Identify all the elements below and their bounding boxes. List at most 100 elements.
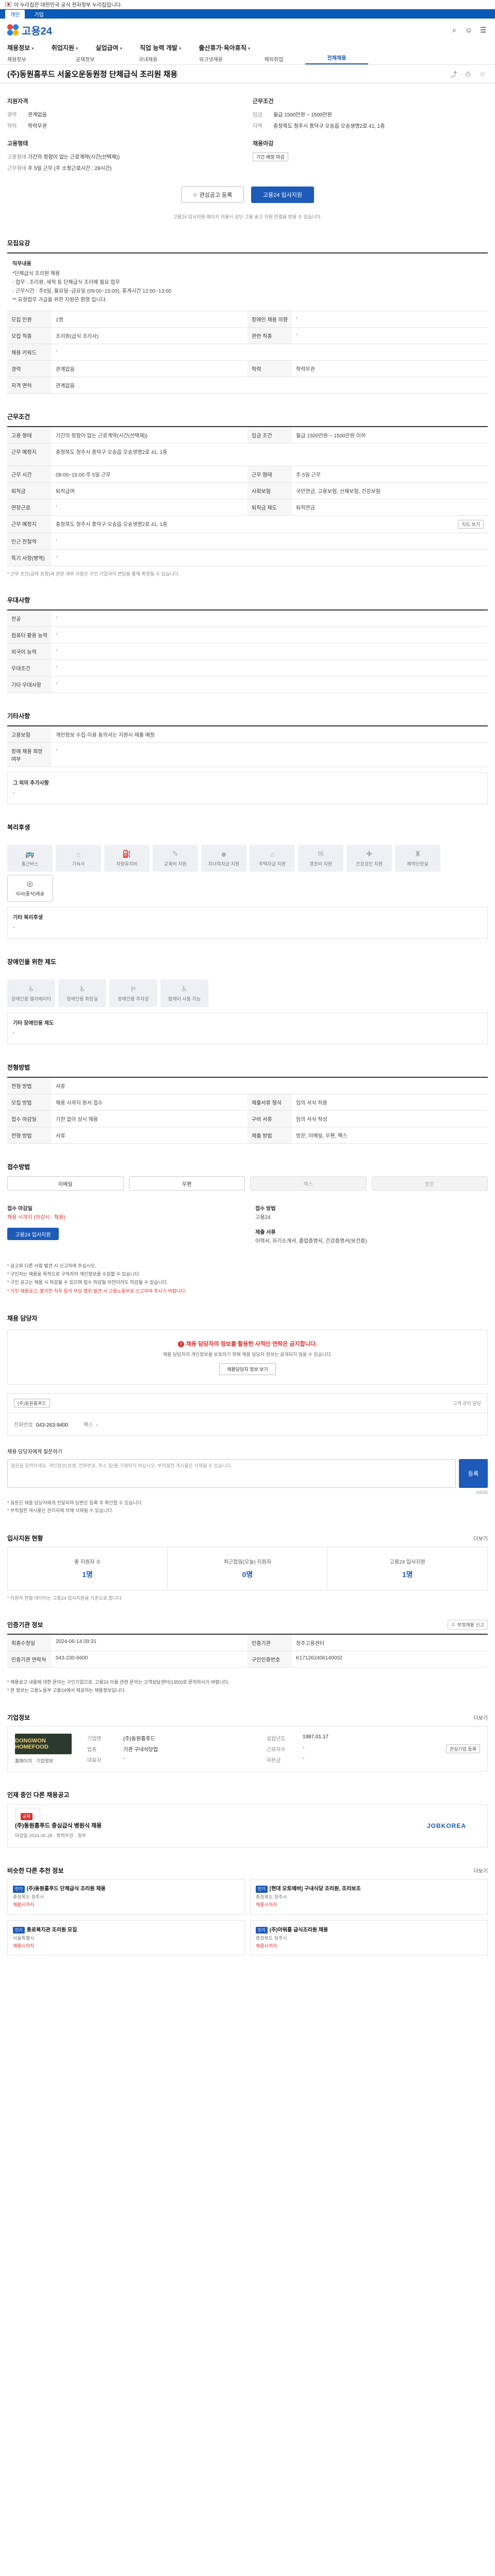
apply-notice: 고용24 입사지원 페이지 이용시 상단 고용 공고 지원 연결을 받을 수 있… bbox=[173, 214, 322, 219]
disability-grid: ♿ 장애인용 엘리베이터 ♿ 장애인용 화장실 P 장애인용 주차장 ♿ 휠체어 사용 가능 bbox=[7, 971, 488, 1012]
summary-panel: 지원자격 경력 관계없음 학력 학력무관 고용형태 고용형태 기간의 정함이 없는 근… bbox=[7, 97, 488, 175]
star-icon[interactable]: ☆ bbox=[477, 69, 488, 79]
qa-textarea[interactable]: 질문을 입력하세요. 개인정보(성명, 전화번호, 주소 등)를 기재하지 마십… bbox=[7, 1459, 456, 1488]
company-section: 기업정보 더보기 DONGWON HOMEFOOD 홈페이지 기업정보 기업명(… bbox=[7, 1713, 488, 1772]
gnb-item-jobs[interactable]: 채용정보 ▾ bbox=[7, 43, 34, 52]
kv-key: 임금 bbox=[253, 112, 262, 118]
table-row: 자격 면허 관계없음 bbox=[7, 377, 488, 394]
recommend-card[interactable]: 인기 [현대 오토에버] 구내식당 조리원, 조리보조 충청북도 청주시 채용시까지 bbox=[250, 1879, 488, 1915]
section-title: 접수방법 bbox=[7, 1163, 30, 1171]
kv-key: 고용형태 bbox=[7, 155, 26, 160]
apply-button[interactable]: 고용24 입사지원 bbox=[251, 187, 314, 203]
welfare-card-label: 건강검진 지원 bbox=[355, 861, 383, 867]
company-info-link[interactable]: 기업정보 bbox=[36, 1757, 53, 1764]
clinic-icon: ✚ bbox=[366, 850, 372, 858]
manager-info-button[interactable]: 채용담당자 정보 보기 bbox=[219, 1363, 276, 1376]
kv-key: 지역 bbox=[253, 124, 262, 129]
subnav-item[interactable]: 채용정보 bbox=[7, 55, 54, 63]
recommend-more-link[interactable]: 더보기 bbox=[473, 1867, 488, 1874]
apply-method-label: 접수 방법 bbox=[255, 1206, 276, 1212]
interest-button[interactable]: ☆ 관심공고 등록 bbox=[181, 187, 244, 203]
welfare-card: ✉ 경조비 지원 bbox=[298, 845, 343, 872]
gnb-item-leave[interactable]: 출산휴가·육아휴직 ▾ bbox=[199, 43, 251, 52]
deadline-badge: 기간 배정 마감 bbox=[253, 152, 288, 161]
subnav-item[interactable]: 워크넷채용 bbox=[179, 55, 242, 63]
company-interest-button[interactable]: 관심기업 등록 bbox=[446, 1744, 480, 1754]
menu-icon[interactable]: ☰ bbox=[478, 25, 488, 35]
company-homepage-link[interactable]: 홈페이지 bbox=[15, 1757, 32, 1764]
map-button[interactable]: 지도 보기 bbox=[458, 520, 484, 529]
job-description-title: 직무내용 bbox=[12, 261, 31, 267]
recommend-card[interactable]: 인기 종로복지관 조리원 모집 서울특별시 채용시까지 bbox=[7, 1920, 245, 1956]
conditions-footnote: * 근무 조건(급여 포함)과 관련 세부 사항은 구인 기업과의 면담을 통해… bbox=[7, 571, 180, 577]
stats-more-link[interactable]: 더보기 bbox=[473, 1534, 488, 1542]
recommend-card[interactable]: 인기 (주)동원홈푸드 단체급식 조리원 채용 충청북도 청주시 채용시까지 bbox=[7, 1879, 245, 1915]
table-row: 우대조건 - bbox=[7, 660, 488, 676]
gnb-item-training[interactable]: 직업 능력 개발 ▾ bbox=[140, 43, 181, 52]
page-title-bar: (주)동원홈푸드 서울오운동원정 단체급식 조리원 채용 ⤴ ⎙ ☆ bbox=[0, 65, 495, 83]
disability-card-label: 휠체어 사용 가능 bbox=[168, 996, 201, 1002]
welfare-card: ♜ 체력단련실 bbox=[395, 845, 440, 872]
parking-icon: P bbox=[130, 985, 136, 993]
share-icon[interactable]: ⤴ bbox=[449, 69, 459, 79]
otherjob-card[interactable]: 공채 (주)동원홈푸드 중심급식 병원식 채용 마감일 2024.06.28 ·… bbox=[7, 1804, 488, 1848]
subnav-item-active[interactable]: 전체채용 bbox=[305, 54, 368, 64]
report-button[interactable]: ⚠ 부정채용 신고 bbox=[447, 1619, 488, 1630]
subnav-item[interactable]: 공채정보 bbox=[54, 55, 117, 63]
section-title: 모집요강 bbox=[7, 240, 30, 247]
house-icon: ⌂ bbox=[270, 850, 275, 858]
subnav-item[interactable]: 해외취업 bbox=[242, 55, 305, 63]
chevron-down-icon: ▾ bbox=[179, 45, 182, 51]
disability-etc: 기타 장애인용 제도 - bbox=[7, 1012, 488, 1044]
section-title: 인증기관 정보 bbox=[7, 1621, 43, 1629]
table-row: 장애 채용 희망 여부 - bbox=[7, 743, 488, 767]
welfare-card: ✎ 교육비 지원 bbox=[153, 845, 198, 872]
print-icon[interactable]: ⎙ bbox=[463, 69, 473, 79]
company-logo: DONGWON HOMEFOOD bbox=[15, 1734, 72, 1755]
welfare-grid: 🚌 통근버스 ⌂ 기숙사 ⛽ 차량유지비 ✎ 교육비 지원 ☻ 자녀학자금 지원 ⌂ 주택자금 지원 ✉… bbox=[7, 837, 488, 907]
tab-enterprise[interactable]: 기업 bbox=[34, 10, 43, 18]
subnav-item[interactable]: 국내채용 bbox=[117, 55, 179, 63]
section-title: 비슷한 다른 추천 정보 bbox=[7, 1867, 64, 1875]
logo-text[interactable]: 고용24 bbox=[22, 23, 52, 38]
stat-item: 고용24 입사지원 1명 bbox=[389, 1559, 425, 1579]
manager-fax: - bbox=[96, 1422, 98, 1429]
apply-button-secondary[interactable]: 고용24 입사지원 bbox=[7, 1228, 59, 1240]
section-title: 기업정보 bbox=[7, 1714, 30, 1722]
kv-value: 월급 1500만원 ~ 1500만원 bbox=[273, 112, 332, 118]
car-icon: 🚌 bbox=[25, 850, 35, 858]
qa-submit-button[interactable]: 등록 bbox=[459, 1459, 488, 1488]
recruit-section: 모집요강 직무내용 *단체급식 조리원 채용 - 업무 : 조리원, 세척 등 … bbox=[7, 239, 488, 394]
section-title: 복리후생 bbox=[7, 824, 30, 831]
gnb-item-support[interactable]: 취업지원 ▾ bbox=[52, 43, 78, 52]
recommend-card[interactable]: 인기 (주)아워홈 급식조리원 채용 충청북도 청주시 채용시까지 bbox=[250, 1920, 488, 1956]
user-icon[interactable]: ☺ bbox=[464, 25, 473, 35]
table-row: 최종수정일 2024-06-14 09:31 인증기관 청주고용센터 bbox=[7, 1634, 488, 1651]
search-icon[interactable]: ⌕ bbox=[450, 25, 459, 35]
job-description-line: - 근무시간 : 주5일, 월요일~금요일 (09:00~15:00), 휴게시… bbox=[12, 289, 172, 294]
welfare-card: ⌂ 기숙사 bbox=[56, 845, 101, 872]
kv-key: 근무형태 bbox=[7, 166, 26, 172]
screening-section: 전형방법 전형 방법 서류 모집 방법 채용 시까지 원서 접수 제출서류 형식 임의 … bbox=[7, 1063, 488, 1144]
disability-card: P 장애인용 주차장 bbox=[109, 979, 157, 1007]
table-row: 퇴직금 퇴직급여 사회보험 국민연금, 고용보험, 산재보험, 건강보험 bbox=[7, 483, 488, 499]
section-title: 기타사항 bbox=[7, 713, 30, 720]
qa-box: 채용 담당자에게 질문하기 질문을 입력하세요. 개인정보(성명, 전화번호, … bbox=[7, 1447, 488, 1515]
tab-personal[interactable]: 개인 bbox=[5, 9, 25, 19]
user-type-bar: 개인 기업 bbox=[0, 9, 495, 19]
table-row: 모집 인원 1명 장애인 채용 의향 - bbox=[7, 311, 488, 328]
manager-section: 채용 담당자 ! 채용 담당자의 정보를 활용한 사적인 연락은 금지합니다. 채… bbox=[7, 1314, 488, 1515]
gnb-item-benefit[interactable]: 실업급여 ▾ bbox=[95, 43, 122, 52]
table-row: 인증기관 연락처 043-230-6600 구인인증번호 K1712624061400… bbox=[7, 1651, 488, 1668]
apply-method-mail[interactable]: 우편 bbox=[128, 1176, 245, 1191]
manager-notice: ! 채용 담당자의 정보를 활용한 사적인 연락은 금지합니다. 채용 담당자의 … bbox=[7, 1329, 488, 1385]
disability-card: ♿ 장애인용 엘리베이터 bbox=[7, 979, 55, 1007]
apply-method-email[interactable]: 이메일 bbox=[7, 1176, 124, 1191]
welfare-card-label: 기숙사 bbox=[72, 861, 85, 867]
section-title: 우대사항 bbox=[7, 597, 30, 604]
company-more-link[interactable]: 더보기 bbox=[473, 1714, 488, 1721]
welfare-card: ☻ 자녀학자금 지원 bbox=[201, 845, 246, 872]
recommend-section: 비슷한 다른 추천 정보 더보기 인기 (주)동원홈푸드 단체급식 조리원 채용 충… bbox=[7, 1866, 488, 1956]
apply-period-value: 채용 시까지 (마감시 : 채용) bbox=[7, 1215, 65, 1221]
logo-icon bbox=[7, 24, 19, 36]
